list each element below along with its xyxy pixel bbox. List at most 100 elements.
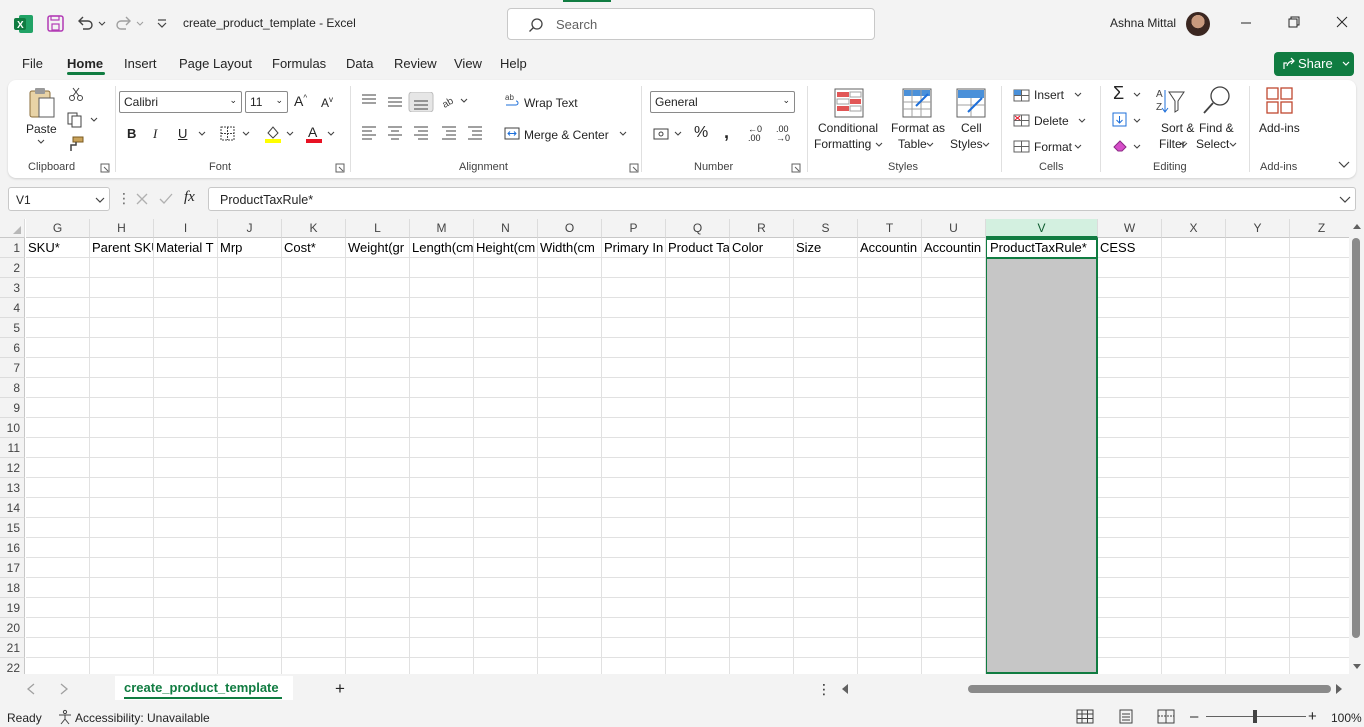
cell-y16[interactable] <box>1226 538 1290 558</box>
column-header-n[interactable]: N <box>474 219 538 238</box>
cell-o2[interactable] <box>538 258 602 278</box>
tab-page-layout[interactable]: Page Layout <box>179 56 252 71</box>
column-header-s[interactable]: S <box>794 219 858 238</box>
cell-x21[interactable] <box>1162 638 1226 658</box>
cell-y15[interactable] <box>1226 518 1290 538</box>
cell-h8[interactable] <box>90 378 154 398</box>
cell-g7[interactable] <box>26 358 90 378</box>
clear-icon[interactable] <box>1112 138 1128 154</box>
cell-j12[interactable] <box>218 458 282 478</box>
cell-l17[interactable] <box>346 558 410 578</box>
cell-w7[interactable] <box>1098 358 1162 378</box>
cell-y7[interactable] <box>1226 358 1290 378</box>
row-header[interactable]: 21 <box>0 638 25 658</box>
cell-z22[interactable] <box>1290 658 1349 674</box>
cell-m14[interactable] <box>410 498 474 518</box>
cell-o20[interactable] <box>538 618 602 638</box>
cell-s5[interactable] <box>794 318 858 338</box>
cell-o15[interactable] <box>538 518 602 538</box>
cell-w3[interactable] <box>1098 278 1162 298</box>
cell-y11[interactable] <box>1226 438 1290 458</box>
autosum-icon[interactable]: Σ <box>1113 83 1124 104</box>
horizontal-scroll-thumb[interactable] <box>968 685 1331 693</box>
cell-y5[interactable] <box>1226 318 1290 338</box>
chevron-down-icon[interactable] <box>1073 91 1083 99</box>
column-header-m[interactable]: M <box>410 219 474 238</box>
cell-o12[interactable] <box>538 458 602 478</box>
column-header-o[interactable]: O <box>538 219 602 238</box>
cell-u14[interactable] <box>922 498 986 518</box>
cell-r7[interactable] <box>730 358 794 378</box>
cell-g3[interactable] <box>26 278 90 298</box>
cell-o18[interactable] <box>538 578 602 598</box>
cell-v1[interactable]: ProductTaxRule* <box>988 238 1100 258</box>
cell-q16[interactable] <box>666 538 730 558</box>
cell-n21[interactable] <box>474 638 538 658</box>
cell-p10[interactable] <box>602 418 666 438</box>
cell-p2[interactable] <box>602 258 666 278</box>
cell-w20[interactable] <box>1098 618 1162 638</box>
format-as-table-label-1[interactable]: Format as <box>891 121 945 135</box>
cell-n19[interactable] <box>474 598 538 618</box>
cell-h17[interactable] <box>90 558 154 578</box>
chevron-down-icon[interactable] <box>197 130 207 138</box>
tab-view[interactable]: View <box>454 56 482 71</box>
chevron-down-icon[interactable] <box>1132 117 1142 125</box>
cell-y22[interactable] <box>1226 658 1290 674</box>
cell-j1[interactable]: Mrp <box>218 238 282 258</box>
cell-u4[interactable] <box>922 298 986 318</box>
cell-i10[interactable] <box>154 418 218 438</box>
font-size-select[interactable]: 11 ⌄ <box>245 91 288 113</box>
cell-q6[interactable] <box>666 338 730 358</box>
cell-w21[interactable] <box>1098 638 1162 658</box>
cell-z9[interactable] <box>1290 398 1349 418</box>
cell-x13[interactable] <box>1162 478 1226 498</box>
dialog-launcher-icon[interactable] <box>100 163 110 173</box>
cell-o16[interactable] <box>538 538 602 558</box>
cell-u21[interactable] <box>922 638 986 658</box>
row-header[interactable]: 5 <box>0 318 25 338</box>
cell-w19[interactable] <box>1098 598 1162 618</box>
cell-q7[interactable] <box>666 358 730 378</box>
chevron-down-icon[interactable] <box>1228 141 1238 149</box>
cell-r2[interactable] <box>730 258 794 278</box>
cell-q22[interactable] <box>666 658 730 674</box>
cell-o17[interactable] <box>538 558 602 578</box>
cell-l13[interactable] <box>346 478 410 498</box>
cell-t9[interactable] <box>858 398 922 418</box>
cell-g9[interactable] <box>26 398 90 418</box>
copy-icon[interactable] <box>67 112 99 128</box>
wrap-text-label[interactable]: Wrap Text <box>524 96 578 110</box>
cell-o6[interactable] <box>538 338 602 358</box>
cell-g18[interactable] <box>26 578 90 598</box>
cell-g2[interactable] <box>26 258 90 278</box>
cell-l22[interactable] <box>346 658 410 674</box>
chevron-down-icon[interactable] <box>1179 141 1189 149</box>
find-select-icon[interactable] <box>1202 85 1232 117</box>
cell-n8[interactable] <box>474 378 538 398</box>
cell-y13[interactable] <box>1226 478 1290 498</box>
cell-h22[interactable] <box>90 658 154 674</box>
restore-icon[interactable] <box>1286 14 1302 30</box>
cell-l8[interactable] <box>346 378 410 398</box>
chevron-down-icon[interactable] <box>1132 143 1142 151</box>
cell-q2[interactable] <box>666 258 730 278</box>
cell-i21[interactable] <box>154 638 218 658</box>
cell-q13[interactable] <box>666 478 730 498</box>
decrease-decimal-icon[interactable]: .00 →0 <box>776 125 790 143</box>
cell-u13[interactable] <box>922 478 986 498</box>
cell-k20[interactable] <box>282 618 346 638</box>
cell-q12[interactable] <box>666 458 730 478</box>
cell-m22[interactable] <box>410 658 474 674</box>
cell-r1[interactable]: Color <box>730 238 794 258</box>
cell-m19[interactable] <box>410 598 474 618</box>
more-options-icon[interactable]: ⋮ <box>817 681 831 698</box>
cell-l5[interactable] <box>346 318 410 338</box>
cell-i13[interactable] <box>154 478 218 498</box>
insert-function-icon[interactable]: fx <box>184 189 195 206</box>
cell-k9[interactable] <box>282 398 346 418</box>
cell-z8[interactable] <box>1290 378 1349 398</box>
cell-m8[interactable] <box>410 378 474 398</box>
cell-p17[interactable] <box>602 558 666 578</box>
cell-l3[interactable] <box>346 278 410 298</box>
